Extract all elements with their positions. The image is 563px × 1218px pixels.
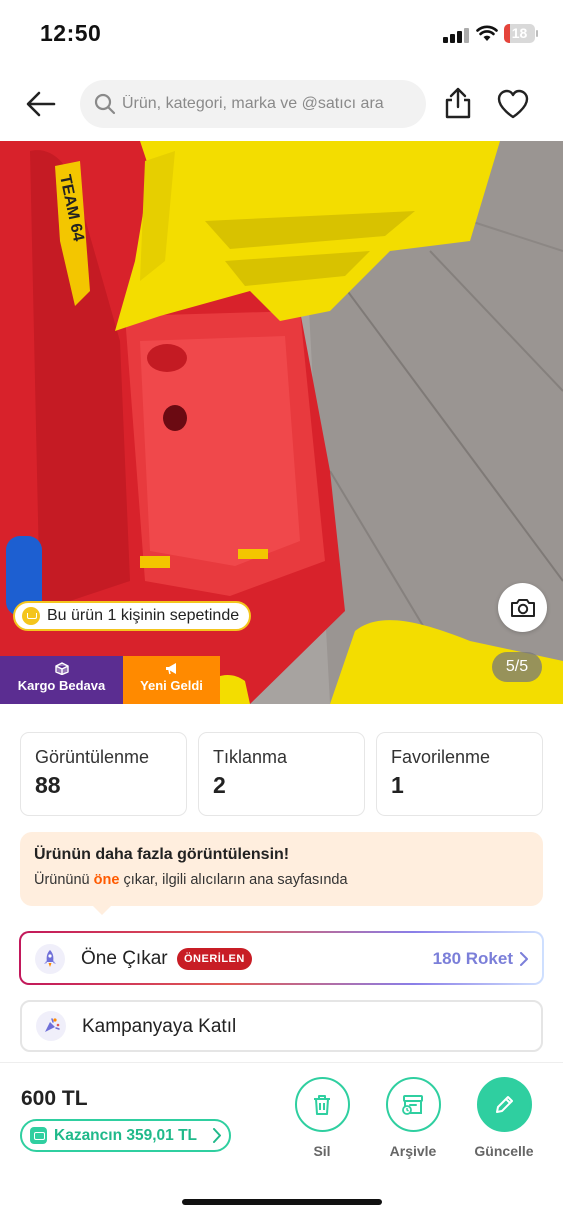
promo-callout: Ürünün daha fazla görüntülensin! Ürününü… xyxy=(20,832,543,915)
delete-button[interactable] xyxy=(294,1077,350,1132)
one-cikar-label: Öne Çıkar xyxy=(81,948,168,969)
promo-highlight: öne xyxy=(93,872,120,888)
search-icon xyxy=(94,93,116,115)
archive-icon xyxy=(402,1094,423,1115)
stat-card-clicks: Tıklanma 2 xyxy=(198,732,365,816)
promo-text-before: Ürününü xyxy=(34,872,94,888)
chevron-right-icon xyxy=(520,952,528,966)
basket-badge: Bu ürün 1 kişinin sepetinde xyxy=(13,601,252,631)
stat-value: 1 xyxy=(391,772,404,798)
delete-label: Sil xyxy=(313,1143,331,1159)
product-image[interactable]: TEAM 64 Bu ürün 1 kişinin sepetinde 5/5 … xyxy=(0,141,563,704)
basket-icon xyxy=(22,607,40,625)
one-cikar-button[interactable]: Öne Çıkar ÖNERİLEN 180 Roket xyxy=(19,931,544,985)
header xyxy=(0,68,563,141)
battery-level: 18 xyxy=(511,25,528,41)
bottom-action-bar: 600 TL Kazancın 359,01 TL Sil Arşivle Gü… xyxy=(0,1062,563,1218)
stat-label: Favorilenme xyxy=(391,747,491,767)
kampanyaya-katil-button[interactable]: Kampanyaya Katıl xyxy=(20,1000,543,1052)
heart-icon[interactable] xyxy=(496,88,530,120)
stats-row: Görüntülenme 88 Tıklanma 2 Favorilenme 1 xyxy=(20,732,543,816)
basket-badge-text: Bu ürün 1 kişinin sepetinde xyxy=(47,607,240,624)
promo-text: Ürününü öne çıkar, ilgili alıcıların ana… xyxy=(34,872,529,888)
search-input[interactable] xyxy=(122,80,420,128)
roket-cost: 180 Roket xyxy=(433,949,528,969)
kampanya-label: Kampanyaya Katıl xyxy=(82,1016,237,1037)
trash-icon xyxy=(314,1094,330,1115)
status-bar: 12:50 18 xyxy=(0,0,563,68)
box-icon xyxy=(54,662,69,675)
camera-button[interactable] xyxy=(498,583,547,632)
stat-label: Görüntülenme xyxy=(35,747,150,767)
update-button[interactable] xyxy=(476,1077,532,1132)
megaphone-icon xyxy=(165,663,176,675)
update-action[interactable]: Güncelle xyxy=(464,1077,544,1159)
rocket-icon xyxy=(35,944,65,974)
archive-button[interactable] xyxy=(385,1077,441,1132)
stat-label: Tıklanma xyxy=(213,747,288,767)
tag-yeni-label: Yeni Geldi xyxy=(140,678,203,693)
archive-label: Arşivle xyxy=(389,1143,437,1159)
earnings-text: Kazancın 359,01 TL xyxy=(54,1126,198,1144)
chevron-right-icon xyxy=(213,1128,221,1143)
stat-value: 88 xyxy=(35,772,61,798)
tag-yeni-geldi: Yeni Geldi xyxy=(123,656,220,704)
tag-kargo-bedava: Kargo Bedava xyxy=(0,656,123,704)
back-arrow-icon[interactable] xyxy=(24,88,58,120)
wallet-icon xyxy=(30,1127,47,1144)
update-label: Güncelle xyxy=(474,1143,534,1159)
camera-icon xyxy=(510,598,535,617)
image-page-counter: 5/5 xyxy=(492,652,542,682)
stat-card-favorites: Favorilenme 1 xyxy=(376,732,543,816)
wifi-icon xyxy=(476,25,498,41)
earnings-pill[interactable]: Kazancın 359,01 TL xyxy=(20,1119,231,1152)
roket-cost-text: 180 Roket xyxy=(432,949,513,968)
recommended-badge: ÖNERİLEN xyxy=(177,948,252,970)
archive-action[interactable]: Arşivle xyxy=(373,1077,453,1159)
promo-title: Ürünün daha fazla görüntülensin! xyxy=(34,846,290,863)
search-bar[interactable] xyxy=(80,80,426,128)
share-icon[interactable] xyxy=(443,86,473,120)
price: 600 TL xyxy=(21,1087,88,1110)
home-indicator xyxy=(182,1199,382,1205)
tag-kargo-label: Kargo Bedava xyxy=(17,678,106,693)
pencil-icon xyxy=(496,1095,513,1113)
battery-icon: 18 xyxy=(504,24,538,43)
delete-action[interactable]: Sil xyxy=(282,1077,362,1159)
status-time: 12:50 xyxy=(40,20,102,46)
promo-text-after: çıkar, ilgili alıcıların ana sayfasında xyxy=(119,872,348,888)
stat-card-views: Görüntülenme 88 xyxy=(20,732,187,816)
campaign-icon xyxy=(36,1011,66,1041)
stat-value: 2 xyxy=(213,772,226,798)
signal-icon xyxy=(443,27,469,43)
